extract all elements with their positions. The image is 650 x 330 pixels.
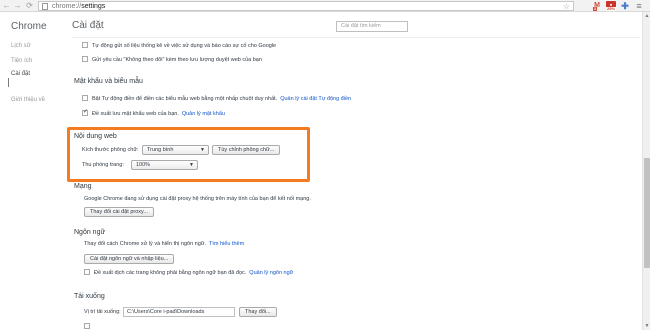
font-size-value: Trung bình xyxy=(147,147,174,153)
languages-section-title: Ngôn ngữ xyxy=(74,229,106,236)
languages-description-row: Thay đổi cách Chrome xử lý và hiển thị n… xyxy=(84,240,244,248)
translate-row[interactable]: Đề xuất dịch các trang không phải bằng n… xyxy=(84,268,293,277)
download-location-label: Vị trí tải xuống: xyxy=(84,309,121,315)
scroll-down-arrow-icon[interactable]: ▼ xyxy=(643,322,650,330)
chevron-down-icon: ▼ xyxy=(189,162,194,168)
save-passwords-label: Đề xuất lưu mật khẩu web của bạn. xyxy=(92,111,179,117)
language-settings-button[interactable]: Cài đặt ngôn ngữ và nhập liệu... xyxy=(84,254,175,264)
sidebar: Chrome Lịch sử Tiện ích Cài đặt Giới thi… xyxy=(0,12,56,330)
header-divider xyxy=(72,37,640,38)
gmail-extension-icon[interactable]: M2 xyxy=(592,1,602,11)
web-content-section-title: Nội dung web xyxy=(74,133,117,140)
gmail-badge: 2 xyxy=(593,6,598,11)
red-extension-badge: 25% xyxy=(606,6,617,11)
download-location-field[interactable]: C:\Users\Core i-pad\Downloads xyxy=(123,307,235,317)
plus-extension-icon[interactable]: ✚ xyxy=(620,1,630,11)
bookmark-star-icon[interactable]: ☆ xyxy=(563,2,570,11)
font-size-select[interactable]: Trung bình ▼ xyxy=(142,145,209,155)
do-not-track-row[interactable]: Gửi yêu cầu "Không theo dõi" kèm theo lư… xyxy=(82,55,262,64)
translate-label: Đề xuất dịch các trang không phải bằng n… xyxy=(94,270,247,276)
chevron-down-icon: ▼ xyxy=(200,147,205,153)
page-icon xyxy=(42,3,48,10)
settings-search-input[interactable]: Cài đặt tìm kiếm xyxy=(336,21,408,32)
scroll-thumb[interactable] xyxy=(644,158,650,268)
address-url: chrome://settings xyxy=(52,3,106,10)
sidebar-item-history[interactable]: Lịch sử xyxy=(11,43,31,49)
change-proxy-button[interactable]: Thay đổi cài đặt proxy... xyxy=(84,207,154,217)
do-not-track-label: Gửi yêu cầu "Không theo dõi" kèm theo lư… xyxy=(92,57,262,63)
menu-icon[interactable]: ≡ xyxy=(634,1,644,11)
customize-fonts-button[interactable]: Tùy chỉnh phông chữ... xyxy=(212,145,281,155)
autofill-checkbox[interactable] xyxy=(82,94,88,101)
manage-languages-link[interactable]: Quản lý ngôn ngữ xyxy=(249,270,293,276)
manage-passwords-link[interactable]: Quản lý mật khẩu xyxy=(182,111,225,117)
ask-download-location-checkbox[interactable] xyxy=(84,322,90,329)
sidebar-item-extensions[interactable]: Tiện ích xyxy=(11,58,32,64)
scroll-up-arrow-icon[interactable]: ▲ xyxy=(643,12,650,20)
downloads-section-title: Tải xuống xyxy=(74,293,105,300)
red-extension-icon[interactable]: ▪ 25% xyxy=(606,1,617,11)
usage-stats-checkbox[interactable] xyxy=(82,41,88,48)
page-zoom-label: Thu phóng trang: xyxy=(82,162,124,168)
sidebar-item-about[interactable]: Giới thiệu về xyxy=(11,97,45,103)
autofill-settings-link[interactable]: Quản lý cài đặt Tự động điền xyxy=(280,96,351,102)
sidebar-item-settings[interactable]: Cài đặt xyxy=(11,71,30,77)
page-zoom-select[interactable]: 100% ▼ xyxy=(131,160,198,170)
back-arrow-icon[interactable]: ← xyxy=(2,1,11,11)
forward-arrow-icon[interactable]: → xyxy=(13,1,22,11)
passwords-section-title: Mật khẩu và biểu mẫu xyxy=(74,78,143,85)
app-title: Chrome xyxy=(11,21,47,32)
languages-description: Thay đổi cách Chrome xử lý và hiển thị n… xyxy=(84,241,207,247)
change-download-location-button[interactable]: Thay đổi... xyxy=(239,307,277,317)
reload-icon[interactable]: ⟳ xyxy=(25,1,34,11)
usage-stats-row[interactable]: Tự động gửi số liệu thống kê về việc sử … xyxy=(82,41,277,50)
font-size-label: Kích thước phông chữ: xyxy=(82,147,139,153)
do-not-track-checkbox[interactable] xyxy=(82,55,88,62)
translate-checkbox[interactable] xyxy=(84,268,90,275)
page-zoom-value: 100% xyxy=(136,162,151,168)
autofill-row[interactable]: Bật Tự động điền để điền các biểu mẫu we… xyxy=(82,94,351,103)
learn-more-link[interactable]: Tìm hiểu thêm xyxy=(209,241,244,247)
address-bar[interactable]: chrome://settings ☆ xyxy=(38,1,574,11)
vertical-scrollbar[interactable]: ▲ ▼ xyxy=(642,12,650,330)
save-passwords-row[interactable]: Đề xuất lưu mật khẩu web của bạn.Quản lý… xyxy=(82,108,225,118)
network-section-title: Mạng xyxy=(74,183,92,190)
ask-download-location-row[interactable] xyxy=(84,322,94,330)
network-description: Google Chrome đang sử dụng cài đặt proxy… xyxy=(84,196,311,202)
browser-toolbar: ← → ⟳ chrome://settings ☆ M2 ▪ 25% ✚ ≡ xyxy=(0,0,650,12)
selected-indicator xyxy=(8,78,9,87)
save-passwords-checkbox[interactable] xyxy=(82,108,88,116)
page-title: Cài đặt xyxy=(72,20,104,31)
autofill-label: Bật Tự động điền để điền các biểu mẫu we… xyxy=(92,96,278,102)
usage-stats-label: Tự động gửi số liệu thống kê về việc sử … xyxy=(92,43,277,49)
